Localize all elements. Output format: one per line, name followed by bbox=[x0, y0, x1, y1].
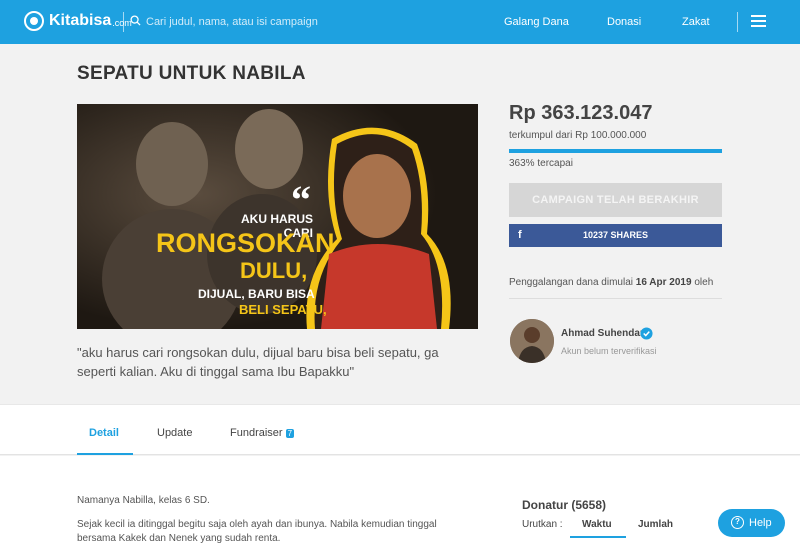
progress-fill bbox=[509, 149, 722, 153]
sort-label: Urutkan : bbox=[522, 519, 563, 530]
tab-update[interactable]: Update bbox=[157, 427, 192, 439]
hero-text-line: BELI SEPATU, bbox=[239, 302, 327, 317]
active-sort-indicator bbox=[570, 536, 626, 538]
nav-zakat[interactable]: Zakat bbox=[682, 16, 710, 28]
logo-text: Kitabisa bbox=[49, 12, 112, 29]
amount-raised: Rp 363.123.047 bbox=[509, 102, 653, 124]
verified-check-icon bbox=[640, 327, 653, 340]
help-button[interactable]: ? Help bbox=[718, 509, 785, 537]
header-divider bbox=[123, 12, 124, 32]
campaign-image: “ AKU HARUS CARI RONGSOKAN DULU, DIJUAL,… bbox=[77, 104, 478, 329]
divider bbox=[509, 298, 722, 299]
sort-by-amount[interactable]: Jumlah bbox=[638, 519, 673, 530]
help-icon: ? bbox=[731, 516, 744, 529]
story-text: Sejak kecil ia ditinggal begitu saja ole… bbox=[77, 519, 437, 543]
nav-donasi[interactable]: Donasi bbox=[607, 16, 641, 28]
share-count: 10237 SHARES bbox=[582, 230, 649, 240]
avatar[interactable] bbox=[510, 319, 554, 363]
started-prefix: Penggalangan dana dimulai bbox=[509, 277, 633, 288]
nav-galang-dana[interactable]: Galang Dana bbox=[504, 16, 569, 28]
facebook-share-button[interactable]: f 10237 SHARES bbox=[509, 224, 722, 247]
target-text: terkumpul dari Rp 100.000.000 bbox=[509, 130, 647, 141]
tab-fundraiser[interactable]: Fundraiser 7 bbox=[230, 427, 295, 439]
campaign-start-info: Penggalangan dana dimulai 16 Apr 2019 ol… bbox=[509, 277, 713, 288]
campaign-caption: "aku harus cari rongsokan dulu, dijual b… bbox=[77, 345, 439, 379]
campaign-tabs: Detail Update Fundraiser 7 bbox=[0, 404, 800, 455]
sort-by-time[interactable]: Waktu bbox=[582, 519, 612, 530]
campaign-ended-button[interactable]: CAMPAIGN TELAH BERAKHIR bbox=[509, 183, 722, 217]
logo-icon bbox=[24, 11, 44, 31]
search-input[interactable] bbox=[146, 13, 376, 31]
tab-fundraiser-label: Fundraiser bbox=[230, 427, 283, 439]
started-suffix: oleh bbox=[694, 277, 714, 288]
logo-domain: .com bbox=[112, 18, 132, 28]
top-navbar: Kitabisa .com Galang Dana Donasi Zakat bbox=[0, 0, 800, 44]
story-text: Namanya Nabilla, kelas 6 SD. bbox=[77, 495, 210, 506]
kitabisa-logo[interactable]: Kitabisa .com bbox=[24, 11, 132, 31]
help-label: Help bbox=[749, 517, 772, 529]
header-divider bbox=[737, 12, 738, 32]
started-date: 16 Apr 2019 bbox=[635, 277, 692, 288]
active-tab-indicator bbox=[77, 453, 133, 455]
detail-section: Namanya Nabilla, kelas 6 SD. Sejak kecil… bbox=[0, 456, 800, 543]
avatar-photo bbox=[510, 319, 554, 363]
donatur-heading: Donatur (5658) bbox=[522, 498, 607, 512]
progress-bar bbox=[509, 149, 722, 153]
hero-text-line: DULU, bbox=[240, 258, 308, 283]
percent-reached: 363% tercapai bbox=[509, 158, 573, 169]
organizer-name[interactable]: Ahmad Suhendar bbox=[561, 328, 644, 339]
campaign-title: SEPATU UNTUK NABILA bbox=[77, 63, 306, 84]
hero-text-line: RONGSOKAN bbox=[156, 228, 335, 258]
organizer-status: Akun belum terverifikasi bbox=[561, 346, 657, 356]
tab-detail[interactable]: Detail bbox=[89, 427, 119, 439]
hero-text-line: DIJUAL, BARU BISA bbox=[198, 287, 315, 301]
search-icon[interactable] bbox=[130, 15, 141, 26]
hamburger-menu-icon[interactable] bbox=[751, 15, 766, 27]
fundraiser-count-badge: 7 bbox=[285, 429, 295, 438]
